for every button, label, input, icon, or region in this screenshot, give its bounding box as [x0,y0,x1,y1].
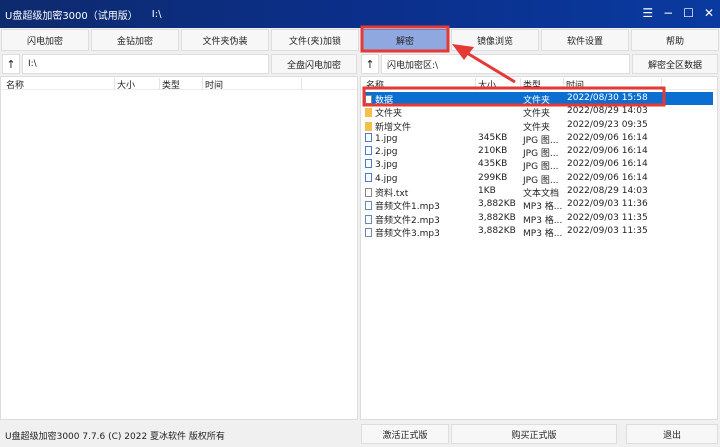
file-row[interactable]: 资料.txt 1KB 文本文档 2022/08/29 14:03 [365,185,713,200]
right-path-input[interactable]: 闪电加密区:\ [381,54,630,74]
file-name: 1.jpg [375,133,398,144]
file-time: 2022/09/03 11:35 [567,225,648,236]
file-row[interactable]: 音频文件1.mp3 3,882KB MP3 格... 2022/09/03 11… [365,198,713,213]
file-row[interactable]: 4.jpg 299KB JPG 图... 2022/09/06 16:14 [365,172,713,186]
folder-gray-icon [365,95,372,104]
file-row[interactable]: 3.jpg 435KB JPG 图... 2022/09/06 16:14 [365,158,713,173]
aud-icon [365,227,372,237]
left-path-bar: ↑ I:\ 全盘闪电加密 [2,54,357,74]
file-row[interactable]: 文件夹 文件夹 2022/08/29 14:03 [365,105,713,120]
file-name: 4.jpg [375,173,398,184]
folder-icon [365,108,372,118]
file-time: 2022/08/29 14:03 [567,186,648,197]
minimize-icon[interactable]: − [663,6,673,20]
decrypt-button[interactable]: 解密 [361,29,449,51]
exit-button[interactable]: 退出 [626,424,718,444]
img-icon [365,159,372,169]
folder-disguise-button[interactable]: 文件夹伪装 [181,29,269,51]
file-time: 2022/09/06 16:14 [567,159,648,170]
file-row[interactable]: 音频文件3.mp3 3,882KB MP3 格... 2022/09/03 11… [365,225,713,239]
title-bar: U盘超级加密3000（试用版） I:\ ☰ − ☐ ✕ [0,0,720,28]
activate-button[interactable]: 激活正式版 [361,424,449,444]
file-size: 3,882KB [478,212,516,223]
file-type: 文本文档 [523,189,560,200]
file-time: 2022/09/06 16:14 [567,132,648,143]
buy-button[interactable]: 购买正式版 [451,424,617,444]
file-type: JPG 图... [523,175,559,186]
col-type[interactable]: 类型 [159,78,180,91]
file-size: 299KB [478,172,508,183]
file-time: 2022/09/06 16:14 [567,146,648,157]
file-time: 2022/09/06 16:14 [567,172,648,183]
file-name: 音频文件3.mp3 [375,228,440,239]
file-type: 文件夹 [523,109,551,120]
lock-button[interactable]: 文件(夹)加锁 [271,29,359,51]
folder-icon [365,121,372,131]
toolbar: 闪电加密 金钻加密 文件夹伪装 文件(夹)加锁 解密 镜像浏览 软件设置 帮助 [0,29,720,51]
flash-encrypt-button[interactable]: 闪电加密 [1,29,89,51]
left-path-input[interactable]: I:\ [22,54,269,74]
left-file-list[interactable]: 名称 大小 类型 时间 [0,76,358,420]
file-row[interactable]: 1.jpg 345KB JPG 图... 2022/09/06 16:14 [365,132,713,146]
file-size: 435KB [478,159,508,170]
diamond-encrypt-button[interactable]: 金钻加密 [91,29,179,51]
col-size[interactable]: 大小 [114,78,135,91]
file-type: JPG 图... [523,149,559,160]
file-size: 210KB [478,146,508,157]
aud-icon [365,214,372,224]
col-type[interactable]: 类型 [520,78,541,91]
file-time: 2022/08/30 15:58 [567,93,648,103]
close-icon[interactable]: ✕ [704,6,714,20]
img-icon [365,146,372,156]
file-time: 2022/09/23 09:35 [567,119,648,130]
file-size: 3,882KB [478,225,516,236]
menu-icon[interactable]: ☰ [642,6,653,20]
file-row[interactable]: 新增文件 文件夹 2022/09/23 09:35 [365,119,713,133]
settings-button[interactable]: 软件设置 [541,29,629,51]
file-name: 3.jpg [375,160,398,171]
file-type: MP3 格... [523,228,563,239]
file-row[interactable]: 数据 文件夹 2022/08/30 15:58 [365,92,713,106]
file-type: MP3 格... [523,202,563,213]
right-file-list[interactable]: 名称 大小 类型 时间 数据 文件夹 2022/08/30 15:58 文件夹 文… [360,76,718,420]
file-icon [365,188,372,198]
status-bar: U盘超级加密3000 7.7.6 (C) 2022 夏冰软件 版权所有 激活正式… [0,424,720,444]
col-time[interactable]: 时间 [563,78,584,91]
aud-icon [365,201,372,211]
right-path-bar: ↑ 闪电加密区:\ 解密全区数据 [361,54,718,74]
img-icon [365,172,372,182]
file-row[interactable]: 音频文件2.mp3 3,882KB MP3 格... 2022/09/03 11… [365,212,713,226]
right-up-button[interactable]: ↑ [361,54,379,74]
maximize-icon[interactable]: ☐ [683,6,694,20]
col-size[interactable]: 大小 [475,78,496,91]
file-type: MP3 格... [523,215,563,226]
img-icon [365,132,372,142]
title-path: I:\ [151,8,162,20]
file-time: 2022/09/03 11:36 [567,199,648,210]
col-name[interactable]: 名称 [364,78,384,91]
file-type: 文件夹 [523,96,551,106]
file-size: 345KB [478,132,508,143]
app-title: U盘超级加密3000（试用版） [5,10,138,22]
file-time: 2022/08/29 14:03 [567,106,648,117]
file-type: JPG 图... [523,162,559,173]
file-size: 1KB [478,186,496,197]
help-button[interactable]: 帮助 [631,29,719,51]
file-time: 2022/09/03 11:35 [567,212,648,223]
file-size: 3,882KB [478,199,516,210]
mirror-browse-button[interactable]: 镜像浏览 [451,29,539,51]
file-type: JPG 图... [523,135,559,146]
file-name: 2.jpg [375,147,398,158]
col-name[interactable]: 名称 [4,78,24,91]
decrypt-all-button[interactable]: 解密全区数据 [632,54,718,74]
file-row[interactable]: 2.jpg 210KB JPG 图... 2022/09/06 16:14 [365,145,713,160]
copyright-text: U盘超级加密3000 7.7.6 (C) 2022 夏冰软件 版权所有 [5,432,225,442]
full-disk-flash-encrypt-button[interactable]: 全盘闪电加密 [271,54,357,74]
col-time[interactable]: 时间 [202,78,223,91]
left-up-button[interactable]: ↑ [2,54,20,74]
file-type: 文件夹 [523,122,551,133]
